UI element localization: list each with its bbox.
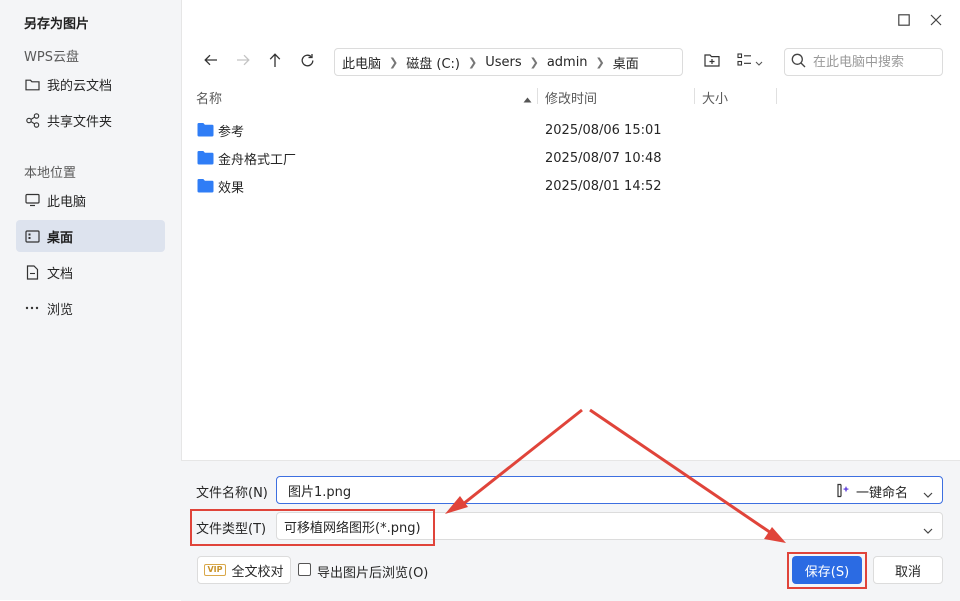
file-modified: 2025/08/06 15:01 bbox=[545, 122, 662, 138]
column-header-label: 修改时间 bbox=[545, 91, 598, 107]
folder-icon bbox=[197, 150, 214, 169]
sidebar-item-desktop[interactable]: 桌面 bbox=[16, 220, 165, 252]
file-modified: 2025/08/01 14:52 bbox=[545, 178, 662, 194]
search-input[interactable] bbox=[811, 53, 935, 71]
back-button[interactable] bbox=[199, 50, 223, 74]
column-header-modified[interactable]: 修改时间 bbox=[545, 87, 685, 107]
column-divider[interactable] bbox=[694, 88, 695, 104]
folder-icon bbox=[197, 122, 214, 141]
sidebar-item-this-pc[interactable]: 此电脑 bbox=[16, 184, 165, 216]
sidebar-item-label: 此电脑 bbox=[47, 194, 87, 210]
close-button[interactable] bbox=[926, 12, 946, 32]
sidebar-item-label: 共享文件夹 bbox=[47, 114, 113, 130]
view-list-icon bbox=[737, 53, 752, 71]
chevron-down-icon[interactable] bbox=[923, 487, 933, 502]
file-row[interactable]: 参考 2025/08/06 15:01 bbox=[190, 116, 950, 144]
sidebar-section-local: 本地位置 bbox=[24, 166, 77, 181]
file-row[interactable]: 效果 2025/08/01 14:52 bbox=[190, 172, 950, 200]
chevron-down-icon bbox=[923, 523, 933, 538]
file-modified: 2025/08/07 10:48 bbox=[545, 150, 662, 166]
full-proofread-button[interactable]: VIP 全文校对 bbox=[197, 556, 291, 584]
view-mode-button[interactable] bbox=[734, 50, 766, 74]
dialog-title: 另存为图片 bbox=[24, 17, 90, 32]
refresh-button[interactable] bbox=[295, 50, 319, 74]
vip-badge: VIP bbox=[204, 564, 226, 576]
column-header-label: 大小 bbox=[702, 91, 729, 107]
breadcrumb-desktop[interactable]: 桌面 bbox=[613, 53, 639, 72]
monitor-icon bbox=[24, 192, 40, 208]
column-header-name[interactable]: 名称 bbox=[196, 87, 536, 107]
sidebar-item-shared-folder[interactable]: 共享文件夹 bbox=[16, 104, 165, 136]
search-box[interactable] bbox=[784, 48, 943, 76]
sort-asc-icon bbox=[523, 92, 532, 107]
more-dots-icon bbox=[24, 300, 40, 316]
breadcrumb-this-pc[interactable]: 此电脑 bbox=[342, 53, 381, 72]
file-name: 效果 bbox=[218, 180, 245, 196]
file-row[interactable]: 金舟格式工厂 2025/08/07 10:48 bbox=[190, 144, 950, 172]
filename-label: 文件名称(N) bbox=[196, 486, 268, 501]
document-icon bbox=[24, 264, 40, 280]
new-folder-icon bbox=[704, 53, 720, 71]
sidebar-item-my-cloud-docs[interactable]: 我的云文档 bbox=[16, 68, 165, 100]
filename-input[interactable] bbox=[286, 481, 790, 499]
desktop-icon bbox=[24, 228, 40, 244]
breadcrumb-disk-c[interactable]: 磁盘 (C:) bbox=[406, 53, 460, 72]
folder-outline-icon bbox=[24, 76, 40, 92]
chevron-right-icon: ❯ bbox=[389, 55, 399, 69]
chevron-down-icon bbox=[755, 55, 763, 70]
ai-rename-icon bbox=[836, 483, 852, 502]
one-click-rename-button[interactable]: 一键命名 bbox=[856, 482, 908, 501]
share-icon bbox=[24, 112, 40, 128]
save-button[interactable]: 保存(S) bbox=[792, 556, 862, 584]
filename-field[interactable]: 一键命名 bbox=[276, 476, 943, 504]
file-name: 金舟格式工厂 bbox=[218, 152, 297, 168]
filetype-value: 可移植网络图形(*.png) bbox=[284, 520, 421, 536]
breadcrumb: 此电脑 ❯ 磁盘 (C:) ❯ Users ❯ admin ❯ 桌面 bbox=[334, 48, 683, 76]
breadcrumb-admin[interactable]: admin bbox=[547, 55, 588, 70]
new-folder-button[interactable] bbox=[702, 50, 722, 74]
sidebar-item-documents[interactable]: 文档 bbox=[16, 256, 165, 288]
sidebar-item-label: 浏览 bbox=[47, 302, 74, 318]
close-icon bbox=[930, 14, 942, 30]
column-header-size[interactable]: 大小 bbox=[702, 87, 772, 107]
up-button[interactable] bbox=[263, 50, 287, 74]
refresh-icon bbox=[300, 53, 315, 72]
chevron-right-icon: ❯ bbox=[595, 55, 605, 69]
arrow-up-icon bbox=[269, 52, 281, 72]
column-divider[interactable] bbox=[537, 88, 538, 104]
full-proofread-label: 全文校对 bbox=[231, 564, 284, 580]
browse-after-export-label[interactable]: 导出图片后浏览(O) bbox=[317, 562, 428, 581]
browse-after-export-checkbox[interactable] bbox=[298, 563, 311, 576]
cancel-button[interactable]: 取消 bbox=[873, 556, 943, 584]
column-header-label: 名称 bbox=[196, 91, 223, 107]
sidebar-item-label: 我的云文档 bbox=[47, 78, 113, 94]
search-icon bbox=[791, 53, 806, 72]
chevron-right-icon: ❯ bbox=[467, 55, 478, 69]
chevron-right-icon: ❯ bbox=[529, 55, 539, 69]
sidebar-item-label: 文档 bbox=[47, 266, 74, 282]
maximize-button[interactable] bbox=[894, 12, 914, 32]
breadcrumb-users[interactable]: Users bbox=[485, 55, 521, 70]
folder-icon bbox=[197, 178, 214, 197]
column-divider[interactable] bbox=[776, 88, 777, 104]
filetype-label: 文件类型(T) bbox=[196, 522, 267, 537]
sidebar-item-label: 桌面 bbox=[47, 230, 74, 246]
maximize-icon bbox=[898, 14, 910, 30]
sidebar-item-browse[interactable]: 浏览 bbox=[16, 292, 165, 324]
file-name: 参考 bbox=[218, 124, 245, 140]
sidebar: 另存为图片 WPS云盘 我的云文档 共享文件夹 本地位置 此电脑 桌面 文档 浏… bbox=[0, 0, 182, 600]
forward-button[interactable] bbox=[231, 50, 255, 74]
arrow-left-icon bbox=[204, 54, 218, 70]
filetype-select[interactable]: 可移植网络图形(*.png) bbox=[276, 512, 943, 540]
arrow-right-icon bbox=[236, 54, 250, 70]
sidebar-section-cloud: WPS云盘 bbox=[24, 50, 79, 65]
